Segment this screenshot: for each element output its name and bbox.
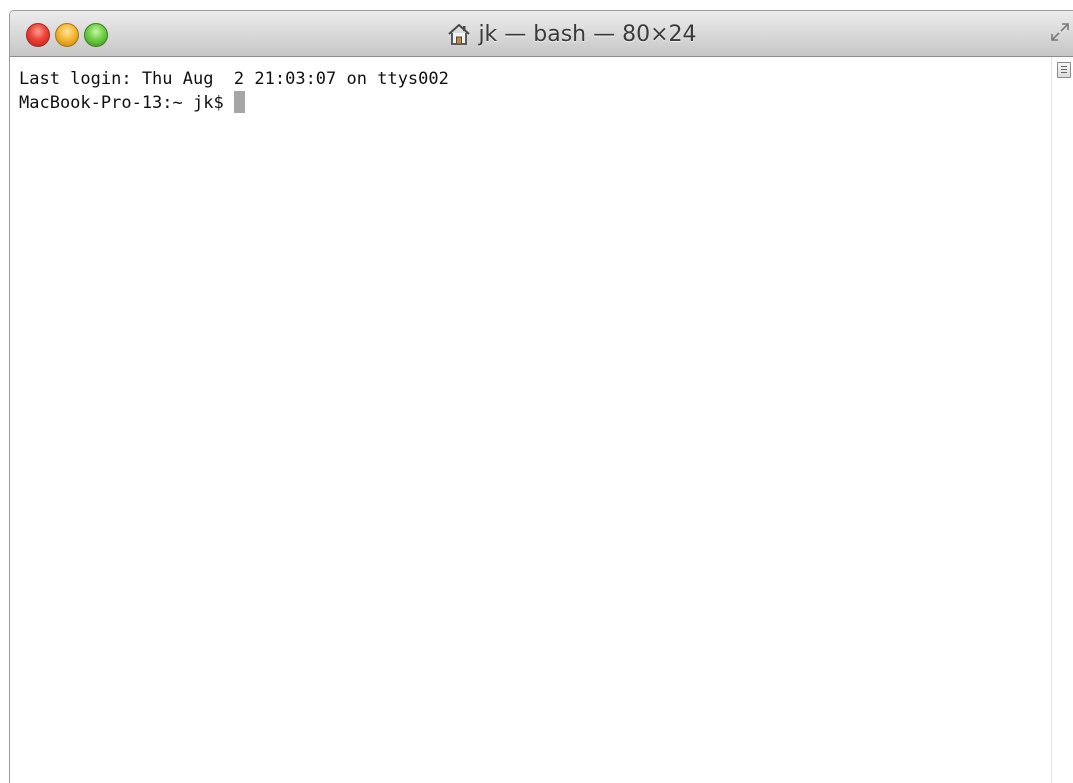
fullscreen-icon[interactable] — [1049, 21, 1071, 43]
title-bar[interactable]: jk — bash — 80×24 — [10, 11, 1073, 57]
terminal-line: Last login: Thu Aug 2 21:03:07 on ttys00… — [19, 69, 449, 89]
window-title: jk — bash — 80×24 — [478, 21, 697, 47]
window-title-group: jk — bash — 80×24 — [10, 11, 1073, 57]
home-icon — [448, 24, 471, 45]
terminal-output[interactable]: Last login: Thu Aug 2 21:03:07 on ttys00… — [10, 57, 1051, 783]
prompt-line[interactable]: MacBook-Pro-13:~ jk$ — [19, 91, 1051, 115]
text-cursor — [233, 91, 245, 113]
prompt-text: MacBook-Pro-13:~ jk$ — [19, 93, 234, 113]
split-view-icon[interactable] — [1057, 62, 1071, 78]
scroll-area[interactable] — [1051, 57, 1073, 783]
terminal-window: jk — bash — 80×24 Last login: Thu Aug 2 … — [9, 10, 1073, 783]
